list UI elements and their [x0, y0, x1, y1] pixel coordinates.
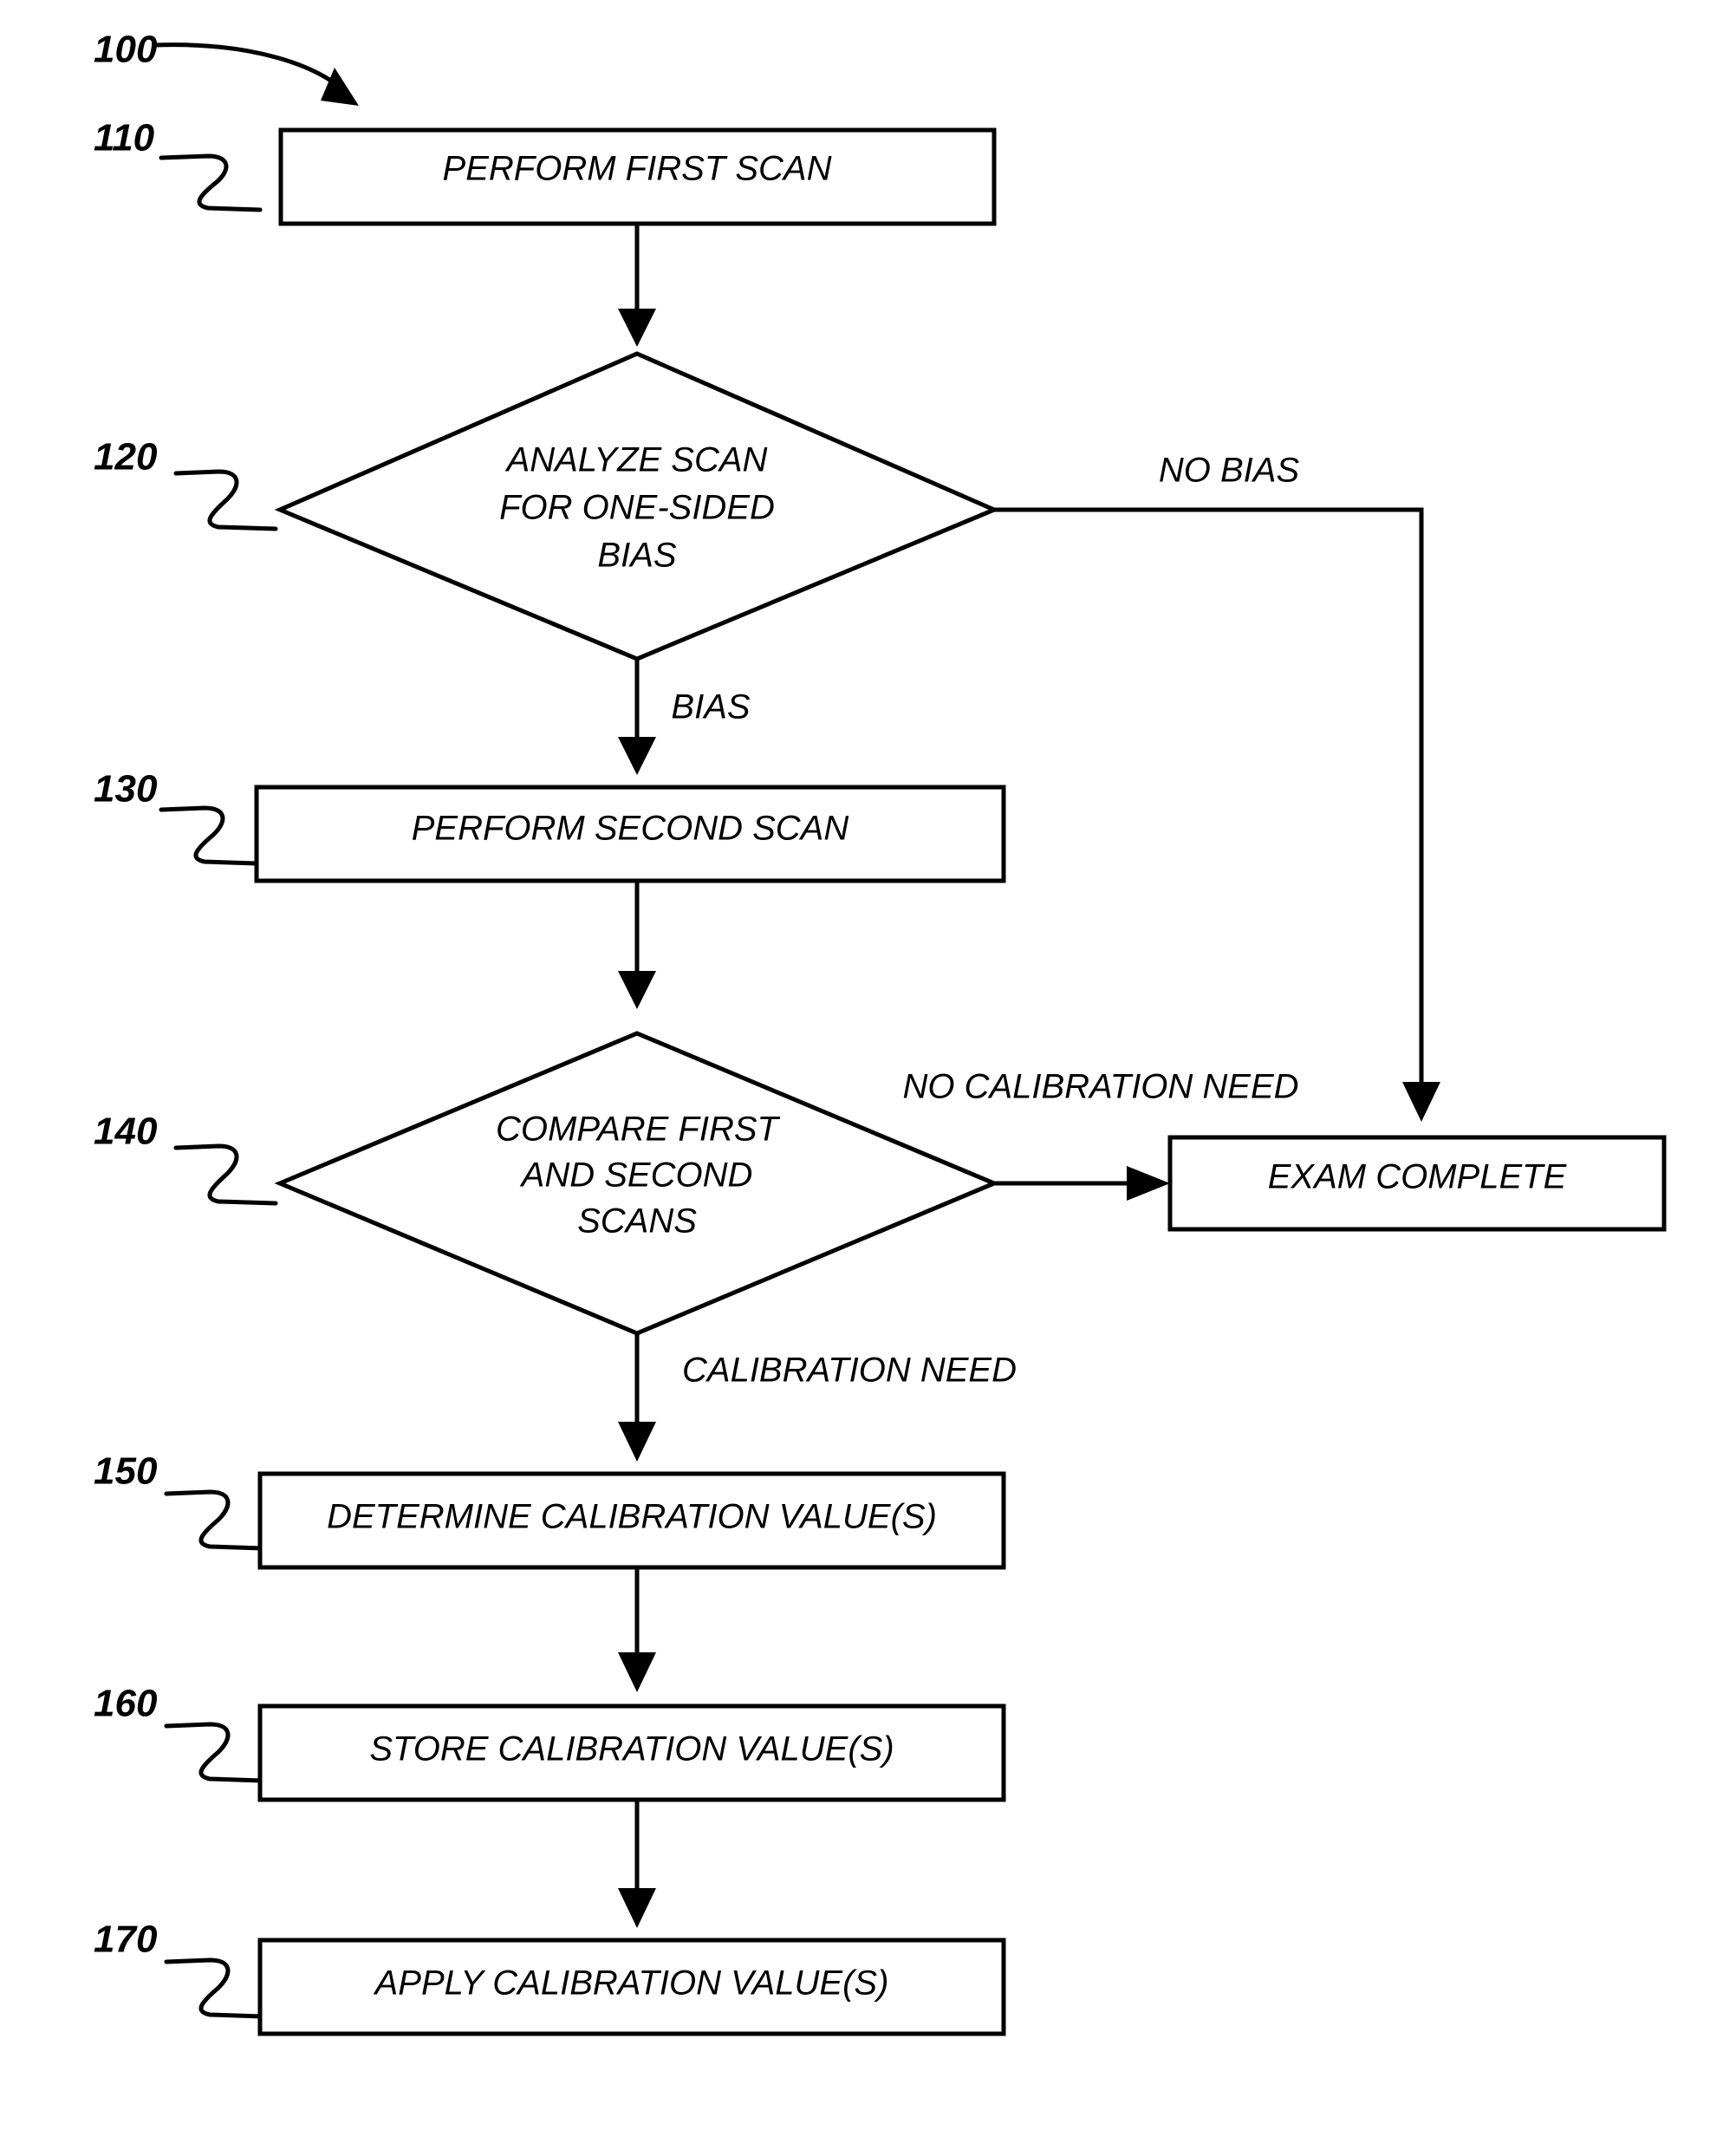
leader-line-170: [164, 1957, 264, 2019]
node-120-label-line-3: BIAS: [597, 537, 676, 575]
ref-numeral-120: 120: [94, 436, 158, 479]
connector-no-bias: [994, 507, 1424, 1091]
leader-line-130: [159, 805, 259, 866]
arrowhead-160-to-170: [618, 1888, 656, 1928]
node-exam-complete-label: EXAM COMPLETE: [1268, 1158, 1568, 1196]
leader-line-150: [164, 1489, 264, 1551]
leader-line-160: [164, 1722, 264, 1783]
arrowhead-150-to-160: [618, 1652, 656, 1692]
ref-numeral-110: 110: [94, 117, 155, 160]
node-150-label: DETERMINE CALIBRATION VALUE(S): [327, 1498, 937, 1536]
patent-figure: 100 110 PERFORM FIRST SCAN 120 ANALYZE S…: [0, 0, 1736, 2156]
leader-arrowhead-100: [321, 68, 359, 106]
arrowhead-no-bias: [1402, 1082, 1440, 1122]
ref-numeral-170: 170: [94, 1918, 158, 1961]
edge-label-no-bias: NO BIAS: [1159, 452, 1300, 490]
node-120-label-line-1: ANALYZE SCAN: [505, 441, 768, 479]
node-120-label-line-2: FOR ONE-SIDED: [499, 489, 775, 527]
node-140-label-line-2: AND SECOND: [520, 1156, 753, 1195]
ref-numeral-150: 150: [94, 1450, 158, 1493]
leader-line-120: [173, 469, 278, 531]
node-140-label-line-3: SCANS: [577, 1202, 697, 1241]
node-160-label: STORE CALIBRATION VALUE(S): [369, 1730, 894, 1768]
node-170-label: APPLY CALIBRATION VALUE(S): [374, 1964, 889, 2003]
node-140-label-line-1: COMPARE FIRST: [496, 1111, 781, 1149]
arrowhead-no-calibration-need: [1127, 1166, 1170, 1201]
leader-line-110: [159, 153, 263, 212]
arrowhead-110-to-120: [618, 309, 656, 347]
node-130-label: PERFORM SECOND SCAN: [412, 810, 849, 848]
ref-numeral-160: 160: [94, 1683, 158, 1725]
leader-line-140: [173, 1143, 278, 1206]
ref-numeral-130: 130: [94, 768, 158, 811]
edge-label-no-calibration-need: NO CALIBRATION NEED: [902, 1068, 1298, 1106]
arrowhead-bias: [618, 737, 656, 775]
edge-label-bias: BIAS: [671, 688, 750, 726]
edge-label-calibration-need: CALIBRATION NEED: [682, 1352, 1017, 1390]
ref-numeral-100: 100: [94, 29, 158, 71]
leader-line-100: [152, 42, 349, 96]
node-110-label: PERFORM FIRST SCAN: [443, 150, 832, 188]
arrowhead-calibration-need: [618, 1422, 656, 1462]
arrowhead-130-to-140: [618, 971, 656, 1009]
ref-numeral-140: 140: [94, 1111, 158, 1153]
flowchart-canvas: 100 110 PERFORM FIRST SCAN 120 ANALYZE S…: [94, 29, 1667, 2036]
